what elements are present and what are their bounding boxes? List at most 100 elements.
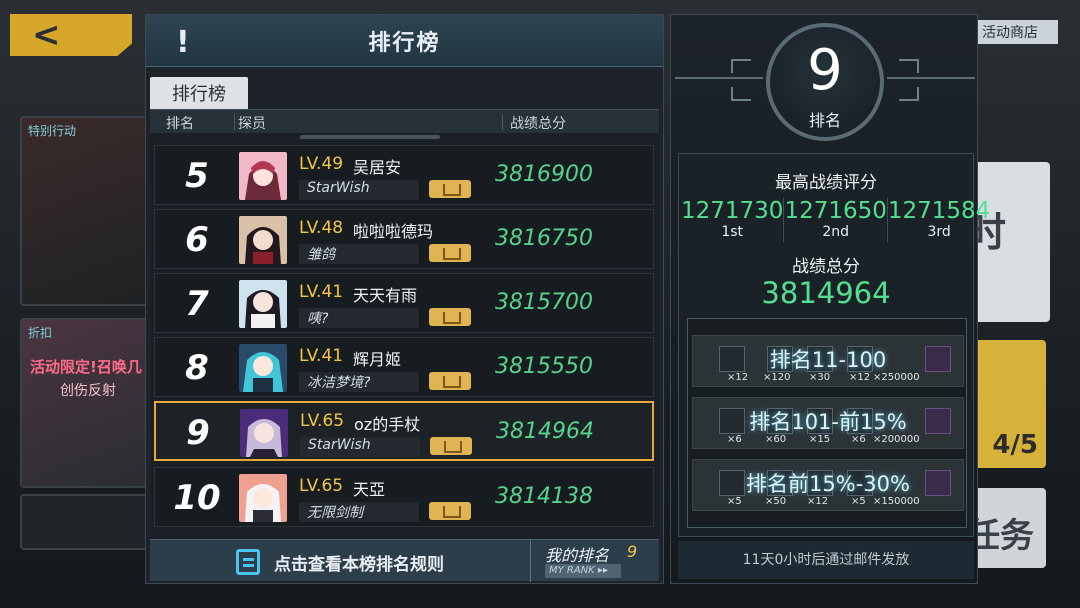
player-avatar[interactable] bbox=[239, 280, 287, 328]
reward-tier-title: 排名11-100 bbox=[769, 348, 887, 372]
reward-tiers[interactable]: ×12 ×120 ×30 ×12 ×250000 排名11-100 ×6 ×60… bbox=[687, 318, 967, 528]
back-arrow-icon: < bbox=[32, 15, 61, 55]
my-rank-label: 我的排名 bbox=[545, 546, 610, 565]
reward-tier[interactable]: ×5 ×50 ×12 ×5 ×150000 排名前15%-30% bbox=[692, 459, 964, 511]
reward-tier[interactable]: ×6 ×60 ×15 ×6 ×200000 排名101-前15% bbox=[692, 397, 964, 449]
deco-bracket bbox=[731, 87, 751, 101]
row-guild: StarWish bbox=[299, 180, 419, 200]
scroll-indicator bbox=[300, 135, 440, 139]
leaderboard-header: ! 排行榜 bbox=[146, 15, 663, 67]
top-score-value: 1271730 bbox=[681, 198, 784, 224]
deco-line bbox=[675, 77, 763, 79]
col-header-rank: 排名 bbox=[166, 116, 194, 132]
back-button[interactable]: < bbox=[10, 14, 132, 56]
reward-tier[interactable]: ×12 ×120 ×30 ×12 ×250000 排名11-100 bbox=[692, 335, 964, 387]
rules-link[interactable]: 点击查看本榜排名规则 bbox=[274, 550, 444, 575]
deco-bracket bbox=[731, 59, 751, 73]
clipboard-icon[interactable] bbox=[236, 549, 260, 575]
deco-bracket bbox=[899, 87, 919, 101]
total-score-title: 战绩总分 bbox=[792, 257, 860, 277]
guild-badge-icon[interactable] bbox=[429, 180, 471, 198]
top-score-3: 1271584 3rd bbox=[886, 198, 991, 242]
row-score: 3814138 bbox=[495, 484, 593, 509]
my-rank-button[interactable]: 我的排名 9 MY RANK ▸▸ bbox=[530, 540, 658, 582]
row-score: 3816750 bbox=[495, 226, 593, 251]
score-summary: 最高战绩评分 1271730 1st 1271650 2nd 1271584 3… bbox=[678, 153, 990, 537]
mail-delivery-note: 11天0小时后通过邮件发放 bbox=[678, 541, 974, 579]
bg-discount-card-tag: 折扣 bbox=[28, 326, 53, 340]
row-player-name: 辉月姬 bbox=[353, 350, 402, 369]
leaderboard-panel: ! 排行榜 排行榜 排名 探员 战绩总分 5 LV.49 吴居安 StarWis… bbox=[145, 14, 664, 584]
leaderboard-row[interactable]: 5 LV.49 吴居安 StarWish 3816900 bbox=[154, 145, 654, 205]
row-player-name: 天亞 bbox=[353, 480, 386, 499]
col-header-score: 战绩总分 bbox=[510, 116, 566, 132]
row-level: LV.65 bbox=[300, 411, 345, 431]
row-level: LV.48 bbox=[299, 218, 344, 238]
tab-leaderboard[interactable]: 排行榜 bbox=[150, 77, 248, 109]
guild-badge-icon[interactable] bbox=[429, 502, 471, 520]
leaderboard-title: 排行榜 bbox=[368, 30, 441, 56]
top-score-1: 1271730 1st bbox=[681, 198, 783, 242]
row-level: LV.49 bbox=[299, 154, 344, 174]
row-guild: 雏鸽 bbox=[299, 244, 419, 264]
row-score: 3814964 bbox=[496, 419, 594, 444]
player-avatar[interactable] bbox=[240, 409, 288, 457]
player-avatar[interactable] bbox=[239, 474, 287, 522]
reward-tier-title: 排名前15%-30% bbox=[746, 472, 910, 496]
top-score-value: 1271650 bbox=[784, 198, 887, 224]
leaderboard-footer: 点击查看本榜排名规则 我的排名 9 MY RANK ▸▸ bbox=[150, 539, 659, 582]
top-score-ordinal: 3rd bbox=[927, 224, 951, 240]
row-guild: 无限剑制 bbox=[299, 502, 419, 522]
leaderboard-row[interactable]: 10 LV.65 天亞 无限剑制 3814138 bbox=[154, 467, 654, 527]
top-scores: 1271730 1st 1271650 2nd 1271584 3rd bbox=[681, 198, 990, 242]
total-score-value: 3814964 bbox=[761, 276, 891, 310]
rank-number: 9 bbox=[807, 38, 843, 103]
player-avatar[interactable] bbox=[239, 344, 287, 392]
row-level: LV.41 bbox=[299, 346, 344, 366]
row-score: 3815700 bbox=[495, 290, 593, 315]
deco-bracket bbox=[899, 59, 919, 73]
bg-card-empty bbox=[20, 494, 148, 550]
guild-badge-icon[interactable] bbox=[430, 437, 472, 455]
deco-line bbox=[887, 77, 975, 79]
guild-badge-icon[interactable] bbox=[429, 372, 471, 390]
col-separator bbox=[502, 114, 503, 130]
top-score-value: 1271584 bbox=[887, 198, 991, 224]
leaderboard-row[interactable]: 7 LV.41 天天有雨 咦? 3815700 bbox=[154, 273, 654, 333]
row-guild: 冰洁梦境? bbox=[299, 372, 419, 392]
row-rank: 5 bbox=[185, 156, 209, 196]
bg-discount-card[interactable]: 折扣 活动限定!召唤几 创伤反射 bbox=[20, 318, 148, 488]
player-avatar[interactable] bbox=[239, 152, 287, 200]
bg-promo-subtext: 创伤反射 bbox=[60, 383, 116, 399]
row-guild: StarWish bbox=[300, 437, 420, 457]
row-level: LV.41 bbox=[299, 282, 344, 302]
rank-info-panel: 9 排名 最高战绩评分 1271730 1st 1271650 2nd 1271… bbox=[670, 14, 990, 584]
player-avatar[interactable] bbox=[239, 216, 287, 264]
best-score-title: 最高战绩评分 bbox=[775, 173, 877, 193]
leaderboard-row[interactable]: 6 LV.48 啦啦啦德玛 雏鸽 3816750 bbox=[154, 209, 654, 269]
leaderboard-row-self[interactable]: 9 LV.65 oz的手杖 StarWish 3814964 bbox=[154, 401, 654, 461]
guild-badge-icon[interactable] bbox=[429, 244, 471, 262]
bg-event-card[interactable]: 特别行动 bbox=[20, 116, 148, 306]
guild-badge-icon[interactable] bbox=[429, 308, 471, 326]
row-guild: 咦? bbox=[299, 308, 419, 328]
leaderboard-list[interactable]: 5 LV.49 吴居安 StarWish 3816900 6 LV.48 啦啦啦… bbox=[150, 133, 659, 543]
row-player-name: 天天有雨 bbox=[353, 286, 418, 305]
row-player-name: 吴居安 bbox=[353, 158, 402, 177]
col-header-member: 探员 bbox=[238, 116, 266, 132]
row-level: LV.65 bbox=[299, 476, 344, 496]
row-rank: 8 bbox=[185, 348, 209, 388]
row-player-name: 啦啦啦德玛 bbox=[353, 222, 434, 241]
row-rank: 7 bbox=[185, 284, 209, 324]
alert-icon[interactable]: ! bbox=[176, 25, 190, 60]
bg-right-column: 活动商店 时 4/5 任务 bbox=[960, 0, 1080, 608]
top-score-ordinal: 1st bbox=[721, 224, 744, 240]
col-separator bbox=[234, 114, 235, 130]
rank-badge: 9 排名 bbox=[766, 23, 884, 141]
leaderboard-row[interactable]: 8 LV.41 辉月姬 冰洁梦境? 3815550 bbox=[154, 337, 654, 397]
top-score-2: 1271650 2nd bbox=[783, 198, 887, 242]
column-header: 排名 探员 战绩总分 bbox=[150, 109, 659, 133]
bg-event-card-tag: 特别行动 bbox=[28, 124, 77, 138]
my-rank-value: 9 bbox=[627, 542, 638, 561]
row-score: 3815550 bbox=[495, 354, 593, 379]
